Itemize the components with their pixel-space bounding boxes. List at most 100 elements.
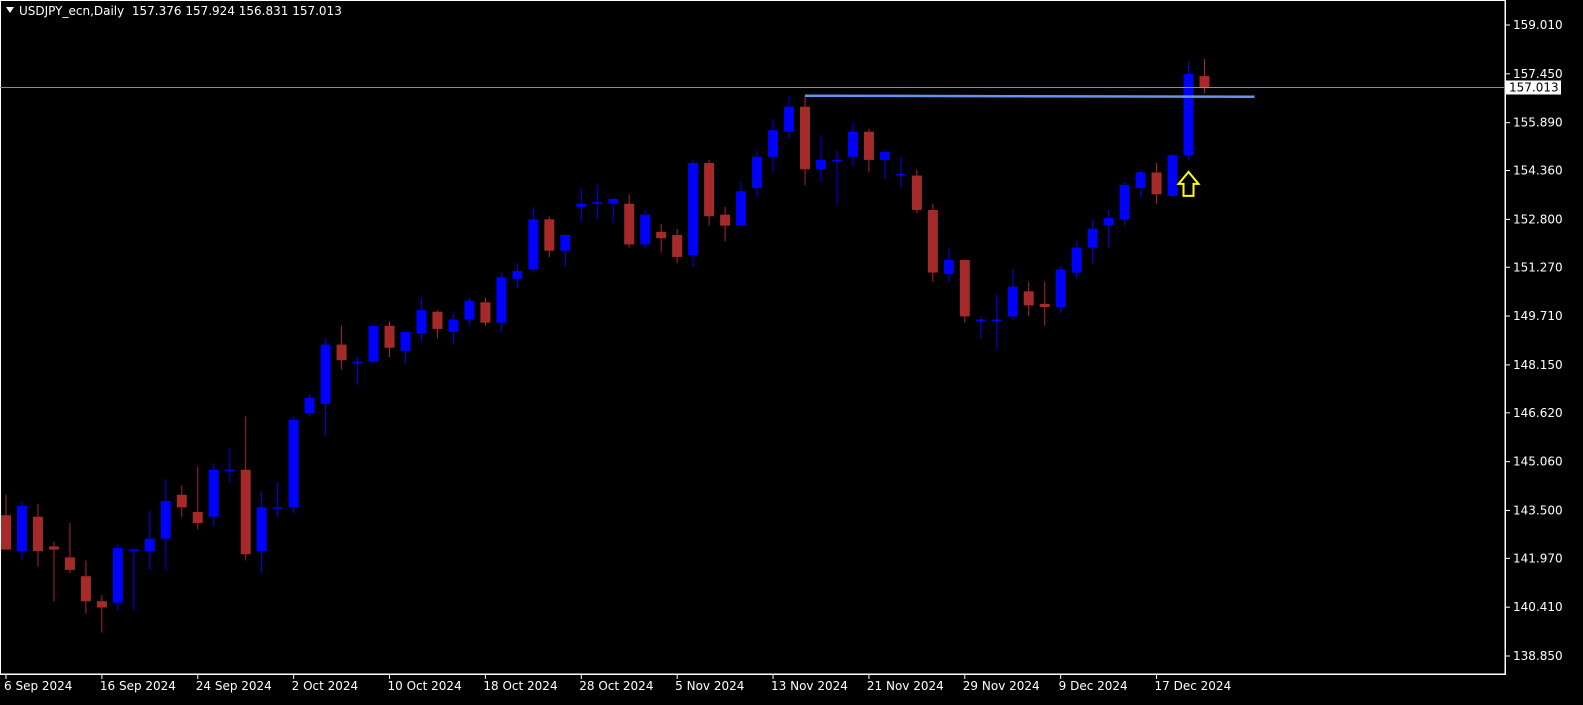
candle-body[interactable]	[128, 549, 139, 552]
candle-body[interactable]	[1007, 286, 1018, 317]
candle-body[interactable]	[1087, 228, 1098, 248]
candle-body[interactable]	[576, 203, 587, 207]
y-tick-label: 149.710	[1513, 309, 1563, 323]
candle-body[interactable]	[240, 469, 251, 555]
x-tick-label: 16 Sep 2024	[100, 679, 176, 693]
y-tick-label: 141.970	[1513, 551, 1563, 565]
candle-body[interactable]	[1039, 303, 1050, 308]
candle-body[interactable]	[1167, 155, 1178, 196]
candle-body[interactable]	[368, 325, 379, 362]
x-tick-label: 29 Nov 2024	[963, 679, 1040, 693]
candle-body[interactable]	[768, 130, 779, 157]
candle-body[interactable]	[1119, 184, 1130, 220]
candle-body[interactable]	[624, 203, 635, 245]
x-tick-label: 21 Nov 2024	[867, 679, 944, 693]
candle-body[interactable]	[464, 300, 475, 320]
candle-body[interactable]	[959, 260, 970, 317]
candle-body[interactable]	[991, 319, 1002, 322]
candle-body[interactable]	[112, 548, 123, 603]
candle-body[interactable]	[16, 505, 27, 552]
candle-body[interactable]	[656, 231, 667, 239]
plot-frame	[0, 0, 1506, 675]
candle-body[interactable]	[1103, 217, 1114, 226]
y-tick-label: 148.150	[1513, 358, 1563, 372]
candle-body[interactable]	[640, 214, 651, 245]
y-tick-label: 151.270	[1513, 260, 1563, 274]
candle-body[interactable]	[560, 235, 571, 251]
candlestick-chart[interactable]: 159.010 157.450 155.890 154.360 152.800 151.2…	[0, 0, 1583, 705]
candle-body[interactable]	[1135, 172, 1146, 189]
candle-body[interactable]	[831, 159, 842, 162]
candle-body[interactable]	[927, 209, 938, 273]
candle-body[interactable]	[608, 199, 619, 204]
x-tick-label: 5 Nov 2024	[675, 679, 744, 693]
candle-body[interactable]	[448, 319, 459, 333]
candle-body[interactable]	[736, 191, 747, 226]
candle-body[interactable]	[544, 219, 555, 251]
y-tick-label: 146.620	[1513, 406, 1563, 420]
candle-body[interactable]	[784, 106, 795, 132]
candle-body[interactable]	[943, 260, 954, 275]
candle-body[interactable]	[416, 310, 427, 334]
candle-body[interactable]	[224, 469, 235, 472]
candle-body[interactable]	[336, 344, 347, 361]
x-tick-label: 28 Oct 2024	[579, 679, 653, 693]
candle-body[interactable]	[480, 302, 491, 323]
candle-body[interactable]	[256, 507, 267, 552]
x-tick-label: 2 Oct 2024	[292, 679, 359, 693]
x-tick-label: 10 Oct 2024	[388, 679, 462, 693]
candle-body[interactable]	[1151, 172, 1162, 195]
candle-body[interactable]	[1071, 247, 1082, 273]
x-tick-label: 9 Dec 2024	[1059, 679, 1128, 693]
candle-body[interactable]	[688, 163, 699, 256]
candle-body[interactable]	[720, 214, 731, 226]
candle-body[interactable]	[496, 277, 507, 323]
candle-body[interactable]	[144, 538, 155, 552]
candle-body[interactable]	[352, 361, 363, 364]
candle-body[interactable]	[1183, 73, 1194, 156]
x-tick-label: 18 Oct 2024	[483, 679, 557, 693]
candle-body[interactable]	[815, 159, 826, 170]
candle-body[interactable]	[800, 106, 810, 170]
candle-body[interactable]	[528, 219, 539, 270]
candle-body[interactable]	[847, 131, 858, 157]
candle-body[interactable]	[863, 131, 874, 160]
candle-body[interactable]	[592, 202, 603, 204]
candle-body[interactable]	[512, 271, 523, 279]
candle-body[interactable]	[1055, 269, 1066, 308]
candle-body[interactable]	[96, 601, 107, 608]
up-arrow-icon	[1176, 170, 1201, 197]
candle-body[interactable]	[304, 397, 315, 414]
candle-body[interactable]	[704, 163, 715, 217]
candle-body[interactable]	[176, 494, 187, 508]
y-tick-label: 143.500	[1513, 503, 1563, 517]
current-price-label: 157.013	[1509, 81, 1559, 95]
candle-body[interactable]	[80, 576, 91, 602]
candle-body[interactable]	[432, 311, 443, 329]
y-tick-label: 152.800	[1513, 212, 1563, 226]
candle-body[interactable]	[752, 156, 763, 189]
candle-body[interactable]	[895, 173, 906, 176]
candle-body[interactable]	[975, 319, 986, 322]
candle-body[interactable]	[288, 419, 299, 508]
y-tick-label: 159.010	[1513, 18, 1563, 32]
candle-body[interactable]	[384, 325, 395, 348]
candle-body[interactable]	[672, 235, 683, 257]
candle-body[interactable]	[208, 469, 219, 517]
candle-body[interactable]	[400, 332, 411, 351]
resistance-line[interactable]	[804, 94, 1255, 98]
x-tick-label: 13 Nov 2024	[771, 679, 848, 693]
candle-body[interactable]	[64, 557, 75, 570]
candle-body[interactable]	[272, 507, 283, 509]
y-tick-label: 140.410	[1513, 600, 1563, 614]
candle-body[interactable]	[320, 344, 331, 405]
candle-body[interactable]	[48, 546, 59, 550]
candle-body[interactable]	[1, 515, 11, 550]
candle-body[interactable]	[1199, 76, 1210, 88]
candle-body[interactable]	[879, 152, 890, 160]
candle-body[interactable]	[911, 175, 922, 210]
candle-body[interactable]	[32, 516, 43, 552]
candle-body[interactable]	[160, 501, 171, 539]
candle-body[interactable]	[1023, 291, 1034, 306]
candle-body[interactable]	[192, 512, 203, 523]
